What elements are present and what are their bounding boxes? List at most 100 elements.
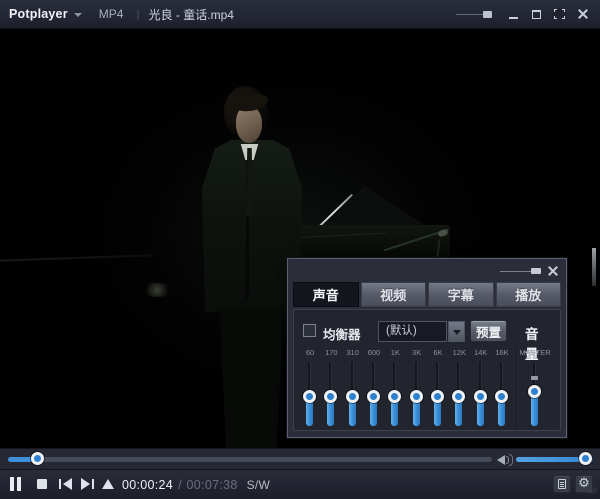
titlebar: Potplayer MP4 | 光良 - 童话.mp4 (0, 0, 600, 29)
slider-knob[interactable] (410, 390, 423, 403)
eq-band-3k: 3K (407, 348, 427, 428)
time-display: 00:00:24 / 00:07:38 S/W (122, 470, 270, 499)
eq-band-12k: 12K (449, 348, 469, 428)
floor-reflection (142, 283, 172, 297)
equalizer-bands: 60 170 310 600 (300, 348, 512, 428)
panel-close-button[interactable] (547, 265, 559, 277)
next-icon (92, 479, 94, 489)
close-button[interactable] (576, 7, 590, 21)
speaker-cone (497, 455, 505, 465)
stop-button[interactable] (37, 479, 47, 489)
eject-icon (102, 479, 114, 489)
playlist-button[interactable] (553, 475, 571, 493)
seek-knob[interactable] (31, 452, 44, 465)
preset-dropdown-arrow-button[interactable] (448, 321, 465, 342)
eq-band-label: 6K (433, 348, 442, 360)
chevron-down-icon[interactable] (74, 13, 82, 17)
slider-knob[interactable] (324, 390, 337, 403)
eq-band-label: 60 (306, 348, 314, 360)
playlist-icon (558, 479, 566, 489)
previous-icon-triangle (63, 478, 72, 490)
maximize-button[interactable] (530, 7, 544, 21)
titlebar-left: Potplayer MP4 | 光良 - 童话.mp4 (0, 6, 234, 23)
previous-button[interactable] (59, 478, 73, 490)
slider-knob[interactable] (346, 390, 359, 403)
pause-icon[interactable] (17, 477, 21, 491)
slider-knob[interactable] (528, 385, 541, 398)
eq-band-16k: 16K (492, 348, 512, 428)
tab-sound[interactable]: 声音 (293, 282, 359, 307)
fullscreen-button[interactable] (553, 7, 567, 21)
tab-video[interactable]: 视频 (361, 282, 427, 307)
minimize-button[interactable] (507, 7, 521, 21)
format-badge: MP4 (99, 7, 124, 21)
eq-band-1k: 1K (385, 348, 405, 428)
next-button[interactable] (81, 478, 95, 490)
slider-knob[interactable] (367, 390, 380, 403)
eq-band-310: 310 (343, 348, 363, 428)
slider-knob[interactable] (431, 390, 444, 403)
eq-band-slider[interactable] (364, 360, 384, 428)
minimize-icon (509, 17, 518, 19)
time-separator: / (178, 478, 181, 492)
next-icon-triangle (81, 478, 90, 490)
tab-playback[interactable]: 播放 (496, 282, 562, 307)
titlebar-controls (456, 7, 600, 21)
equalizer-checkbox[interactable] (303, 324, 316, 337)
panel-opacity-handle[interactable] (531, 268, 541, 274)
tab-subtitles[interactable]: 字幕 (428, 282, 494, 307)
decoder-badge: S/W (247, 478, 271, 492)
pause-button[interactable] (10, 477, 14, 491)
gear-icon: ⚙ (576, 476, 592, 492)
equalizer-controls: 均衡器 (默认) 预置 音量 (303, 320, 551, 344)
master-volume-column: MASTER (518, 348, 552, 428)
eq-band-label: 600 (368, 348, 381, 360)
speaker-icon[interactable] (497, 454, 513, 466)
eq-band-label: 14K (474, 348, 487, 360)
eq-band-slider[interactable] (428, 360, 448, 428)
eq-band-14k: 14K (471, 348, 491, 428)
eq-band-slider[interactable] (471, 360, 491, 428)
eq-band-slider[interactable] (321, 360, 341, 428)
eq-band-label: 170 (325, 348, 338, 360)
preset-dropdown[interactable]: (默认) (378, 321, 447, 342)
singer-face (236, 106, 262, 143)
slider-knob[interactable] (303, 390, 316, 403)
eq-band-slider[interactable] (449, 360, 469, 428)
seek-row (0, 448, 600, 470)
preset-button[interactable]: 预置 (470, 320, 507, 342)
eq-band-slider[interactable] (300, 360, 320, 428)
slider-knob[interactable] (474, 390, 487, 403)
eq-band-170: 170 (321, 348, 341, 428)
panel-opacity-slider[interactable] (500, 267, 538, 275)
control-panel: 声音 视频 字幕 播放 均衡器 (默认) 预置 音量 60 (287, 258, 567, 438)
bottom-control-bar: 00:00:24 / 00:07:38 S/W ⚙ (0, 470, 600, 499)
fullscreen-icon (554, 9, 565, 19)
seek-bar[interactable] (8, 457, 492, 462)
open-file-button[interactable] (102, 479, 115, 489)
stand-edge-highlight (592, 248, 596, 286)
master-label: MASTER (519, 348, 550, 360)
eq-band-slider[interactable] (407, 360, 427, 428)
eq-band-slider[interactable] (343, 360, 363, 428)
app-menu-button[interactable]: Potplayer (9, 7, 68, 21)
slider-knob[interactable] (452, 390, 465, 403)
eq-band-slider[interactable] (492, 360, 512, 428)
eq-band-600: 600 (364, 348, 384, 428)
eq-band-label: 1K (391, 348, 400, 360)
slider-knob[interactable] (495, 390, 508, 403)
equalizer-area: 60 170 310 600 (294, 348, 560, 428)
eq-band-label: 12K (453, 348, 466, 360)
master-volume-slider[interactable] (525, 360, 545, 428)
panel-header[interactable] (288, 259, 566, 282)
opacity-slider-handle[interactable] (483, 11, 492, 18)
volume-knob[interactable] (579, 452, 592, 465)
equalizer-checkbox-label[interactable]: 均衡器 (323, 324, 361, 343)
maximize-icon (532, 10, 541, 19)
slider-knob[interactable] (388, 390, 401, 403)
eq-band-slider[interactable] (385, 360, 405, 428)
sound-tab-body: 均衡器 (默认) 预置 音量 60 170 (293, 309, 561, 431)
window-opacity-slider[interactable] (456, 11, 488, 18)
chevron-down-icon (453, 330, 461, 335)
singer-pants (217, 309, 286, 448)
